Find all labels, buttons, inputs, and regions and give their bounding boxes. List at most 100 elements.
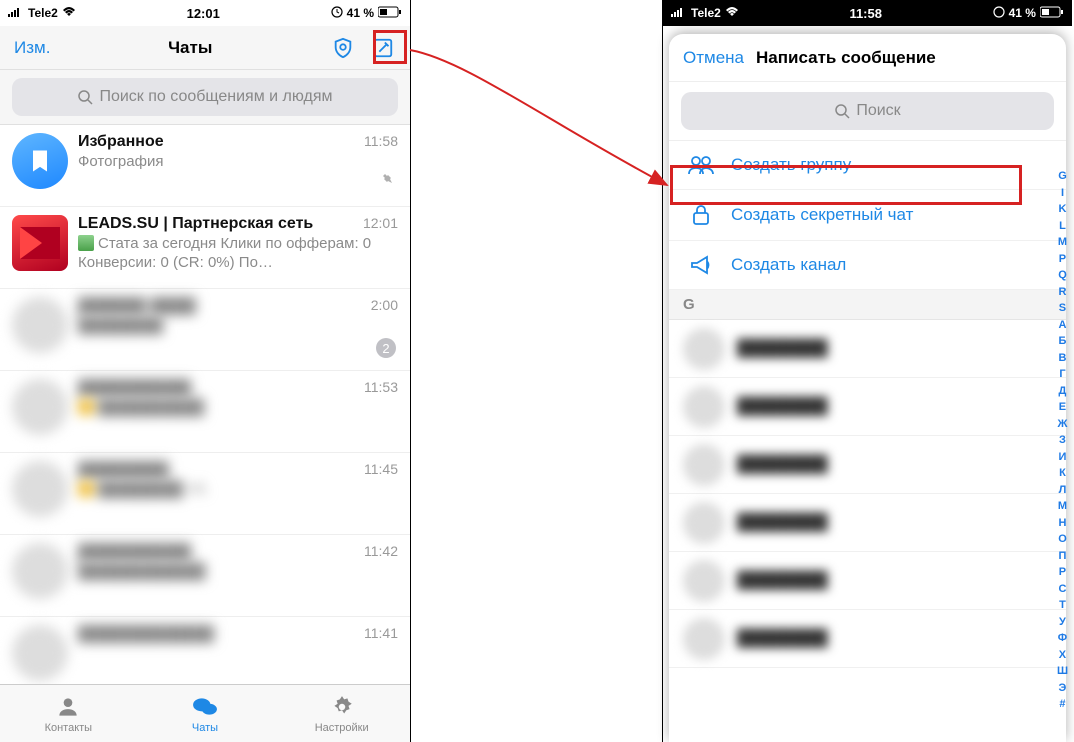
index-letter[interactable]: С	[1057, 581, 1068, 598]
index-letter[interactable]: П	[1057, 548, 1068, 565]
carrier-label: Tele2	[28, 6, 58, 20]
index-letter[interactable]: Т	[1057, 597, 1068, 614]
chat-name: LEADS.SU | Партнерская сеть	[78, 215, 313, 233]
chat-time: 2:00	[371, 297, 398, 313]
index-letter[interactable]: Н	[1057, 515, 1068, 532]
chat-name: ██████████	[78, 543, 191, 561]
status-time: 11:58	[849, 6, 882, 21]
contact-row[interactable]: ████████	[669, 552, 1066, 610]
index-letter[interactable]: Е	[1057, 399, 1068, 416]
option-create-channel[interactable]: Создать канал	[669, 241, 1066, 290]
avatar-saved	[12, 133, 68, 189]
index-letter[interactable]: Э	[1057, 680, 1068, 697]
avatar	[683, 386, 725, 428]
nav-title: Чаты	[50, 38, 330, 58]
chats-icon	[192, 694, 218, 720]
index-letter[interactable]: R	[1057, 284, 1068, 301]
compose-icon[interactable]	[370, 35, 396, 61]
search-input[interactable]: Поиск	[681, 92, 1054, 130]
section-header: G	[669, 290, 1066, 320]
index-letter[interactable]: I	[1057, 185, 1068, 202]
index-letter[interactable]: В	[1057, 350, 1068, 367]
search-placeholder: Поиск	[856, 102, 900, 120]
index-letter[interactable]: М	[1057, 498, 1068, 515]
option-label: Создать секретный чат	[731, 205, 913, 225]
rotation-lock-icon	[331, 6, 343, 21]
index-letter[interactable]: Л	[1057, 482, 1068, 499]
shield-icon[interactable]	[330, 35, 356, 61]
cancel-button[interactable]: Отмена	[683, 48, 744, 68]
battery-icon	[378, 6, 402, 21]
index-letter[interactable]: Ф	[1057, 630, 1068, 647]
option-create-secret-chat[interactable]: Создать секретный чат	[669, 190, 1066, 241]
contact-row[interactable]: ████████	[669, 378, 1066, 436]
chat-time: 11:42	[364, 543, 398, 559]
index-letter[interactable]: K	[1057, 201, 1068, 218]
index-letter[interactable]: M	[1057, 234, 1068, 251]
chat-row[interactable]: Избранное 11:58 Фотография	[0, 125, 410, 207]
chat-row[interactable]: ████████ 11:45 ████████ Уб.	[0, 453, 410, 535]
logo-icon	[12, 215, 68, 271]
index-letter[interactable]: Х	[1057, 647, 1068, 664]
search-wrap: Поиск по сообщениям и людям	[0, 70, 410, 125]
battery-label: 41 %	[347, 6, 374, 20]
alpha-index[interactable]: GIKLMPQRSАБВГДЕЖЗИКЛМНОПРСТУФХШЭ#	[1057, 168, 1068, 713]
chat-msg: ████████ Уб.	[78, 481, 398, 500]
contact-name: ████████	[737, 630, 828, 648]
avatar	[12, 543, 68, 599]
edit-button[interactable]: Изм.	[14, 38, 50, 58]
chat-row[interactable]: ██████████ 11:53 ██████████	[0, 371, 410, 453]
chat-row[interactable]: ██████ ████ 2:00 ████████ 2	[0, 289, 410, 371]
search-placeholder: Поиск по сообщениям и людям	[99, 88, 332, 106]
index-letter[interactable]: К	[1057, 465, 1068, 482]
search-icon	[77, 89, 93, 105]
index-letter[interactable]: И	[1057, 449, 1068, 466]
index-letter[interactable]: P	[1057, 251, 1068, 268]
contact-row[interactable]: ████████	[669, 436, 1066, 494]
search-input[interactable]: Поиск по сообщениям и людям	[12, 78, 398, 116]
phone-right: Tele2 11:58 41 % Отмена Написать сообщен…	[662, 0, 1072, 742]
chat-time: 11:41	[364, 625, 398, 641]
index-letter[interactable]: G	[1057, 168, 1068, 185]
index-letter[interactable]: Ш	[1057, 663, 1068, 680]
compose-modal: Отмена Написать сообщение Поиск Создать …	[669, 34, 1066, 742]
chat-row[interactable]: ██████████ 11:42 ████████████	[0, 535, 410, 617]
carrier-label: Tele2	[691, 6, 721, 20]
tab-chats[interactable]: Чаты	[137, 685, 274, 742]
contact-row[interactable]: ████████	[669, 320, 1066, 378]
status-time: 12:01	[187, 6, 220, 21]
wifi-icon	[725, 6, 739, 20]
tab-contacts[interactable]: Контакты	[0, 685, 137, 742]
avatar	[683, 618, 725, 660]
index-letter[interactable]: L	[1057, 218, 1068, 235]
avatar	[12, 297, 68, 353]
index-letter[interactable]: У	[1057, 614, 1068, 631]
chat-time: 11:58	[364, 133, 398, 149]
unread-badge: 2	[376, 338, 396, 358]
index-letter[interactable]: О	[1057, 531, 1068, 548]
avatar	[683, 444, 725, 486]
contact-row[interactable]: ████████	[669, 610, 1066, 668]
index-letter[interactable]: Б	[1057, 333, 1068, 350]
group-icon	[687, 155, 715, 175]
index-letter[interactable]: Ж	[1057, 416, 1068, 433]
index-letter[interactable]: Г	[1057, 366, 1068, 383]
index-letter[interactable]: #	[1057, 696, 1068, 713]
option-create-group[interactable]: Создать группу	[669, 141, 1066, 190]
chat-name: Избранное	[78, 133, 164, 151]
index-letter[interactable]: Д	[1057, 383, 1068, 400]
chat-row[interactable]: LEADS.SU | Партнерская сеть 12:01 Стата …	[0, 207, 410, 289]
index-letter[interactable]: S	[1057, 300, 1068, 317]
tab-settings[interactable]: Настройки	[273, 685, 410, 742]
status-bar: Tele2 12:01 41 %	[0, 0, 410, 26]
chat-name: ██████ ████	[78, 297, 196, 315]
contact-name: ████████	[737, 340, 828, 358]
index-letter[interactable]: Q	[1057, 267, 1068, 284]
search-icon	[834, 103, 850, 119]
contact-row[interactable]: ████████	[669, 494, 1066, 552]
tab-label: Настройки	[315, 722, 369, 734]
index-letter[interactable]: Р	[1057, 564, 1068, 581]
modal-title: Написать сообщение	[756, 48, 936, 68]
index-letter[interactable]: З	[1057, 432, 1068, 449]
index-letter[interactable]: А	[1057, 317, 1068, 334]
